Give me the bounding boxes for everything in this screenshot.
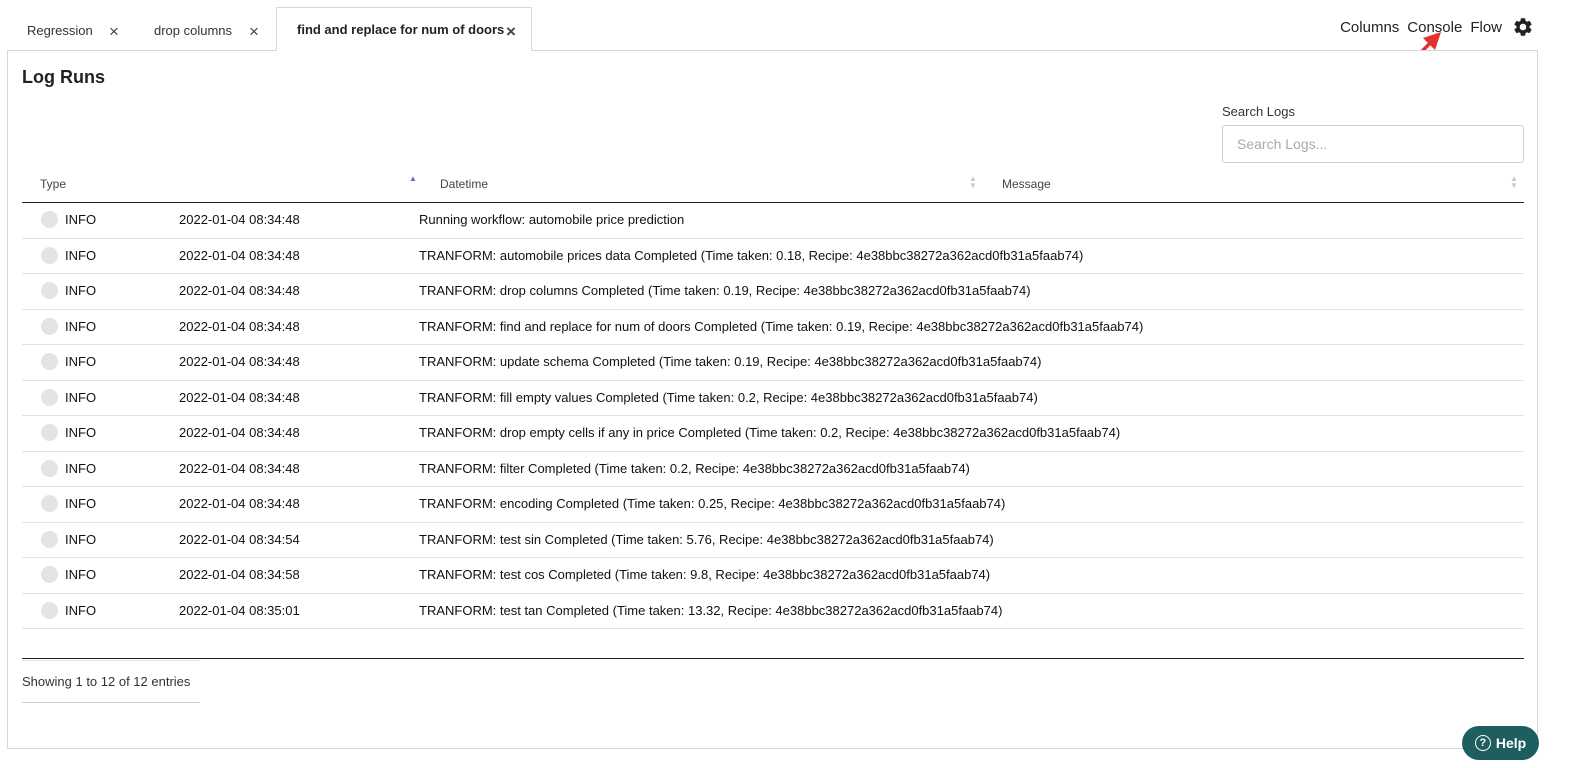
table-row: INFO 2022-01-04 08:34:48 TRANFORM: autom…: [22, 239, 1524, 274]
cell-type: INFO: [65, 496, 97, 511]
divider: [22, 702, 200, 703]
table-row: INFO 2022-01-04 08:35:01 TRANFORM: test …: [22, 594, 1524, 629]
tab-bar: Regression × drop columns × find and rep…: [8, 7, 532, 51]
tab-find-and-replace[interactable]: find and replace for num of doors ×: [276, 7, 532, 51]
cell-datetime: 2022-01-04 08:34:48: [179, 283, 300, 298]
cell-datetime: 2022-01-04 08:35:01: [179, 602, 300, 618]
cell-type: INFO: [65, 389, 97, 405]
table-row: INFO 2022-01-04 08:34:48 TRANFORM: encod…: [22, 487, 1524, 523]
tab-drop-columns[interactable]: drop columns ×: [140, 9, 276, 51]
status-dot-icon: [41, 601, 58, 619]
cell-datetime: 2022-01-04 08:34:48: [179, 460, 300, 476]
status-dot-icon: [41, 530, 58, 548]
cell-datetime: 2022-01-04 08:34:54: [179, 531, 300, 547]
cell-datetime: 2022-01-04 08:34:48: [179, 247, 300, 263]
cell-datetime: 2022-01-04 08:34:48: [179, 212, 300, 227]
cell-message: TRANFORM: drop columns Completed (Time t…: [419, 283, 1031, 298]
divider: [22, 660, 200, 661]
status-dot-icon: [41, 566, 58, 583]
cell-message: TRANFORM: automobile prices data Complet…: [419, 247, 1084, 263]
search-input[interactable]: [1222, 125, 1524, 163]
cell-message: Running workflow: automobile price predi…: [419, 212, 685, 227]
status-dot-icon: [41, 211, 58, 228]
cell-message: TRANFORM: test cos Completed (Time taken…: [419, 567, 991, 582]
cell-message: TRANFORM: filter Completed (Time taken: …: [419, 460, 970, 476]
status-dot-icon: [41, 388, 58, 406]
table-row: INFO 2022-01-04 08:34:54 TRANFORM: test …: [22, 523, 1524, 558]
cell-datetime: 2022-01-04 08:34:48: [179, 354, 300, 369]
table-row: INFO 2022-01-04 08:34:48 TRANFORM: find …: [22, 310, 1524, 345]
cell-message: TRANFORM: drop empty cells if any in pri…: [419, 425, 1121, 440]
cell-type: INFO: [65, 212, 97, 227]
cell-message: TRANFORM: fill empty values Completed (T…: [419, 389, 1038, 405]
sort-icon[interactable]: ▲ ▼: [1509, 175, 1519, 190]
status-dot-icon: [41, 353, 58, 370]
sort-icon[interactable]: ▲ ▼: [968, 175, 978, 190]
table-row: INFO 2022-01-04 08:34:48 Running workflo…: [22, 203, 1524, 239]
cell-datetime: 2022-01-04 08:34:48: [179, 425, 300, 440]
cell-type: INFO: [65, 318, 97, 334]
table-footer-divider: [22, 658, 1524, 659]
cell-type: INFO: [65, 460, 97, 476]
cell-datetime: 2022-01-04 08:34:48: [179, 389, 300, 405]
table-row: INFO 2022-01-04 08:34:58 TRANFORM: test …: [22, 558, 1524, 594]
table-row: INFO 2022-01-04 08:34:48 TRANFORM: updat…: [22, 345, 1524, 381]
tab-label: find and replace for num of doors: [297, 21, 505, 37]
cell-type: INFO: [65, 602, 97, 618]
cell-type: INFO: [65, 567, 97, 582]
log-table-body: INFO 2022-01-04 08:34:48 Running workflo…: [22, 203, 1524, 629]
status-dot-icon: [41, 282, 58, 299]
page-title: Log Runs: [22, 67, 105, 87]
cell-message: TRANFORM: update schema Completed (Time …: [419, 354, 1042, 369]
entries-info: Showing 1 to 12 of 12 entries: [22, 674, 191, 689]
cell-datetime: 2022-01-04 08:34:58: [179, 567, 300, 582]
cell-type: INFO: [65, 354, 97, 369]
column-header-type[interactable]: Type: [40, 177, 66, 191]
tab-regression[interactable]: Regression ×: [8, 9, 140, 51]
column-header-message[interactable]: Message: [1002, 177, 1051, 191]
table-row: INFO 2022-01-04 08:34:48 TRANFORM: drop …: [22, 416, 1524, 452]
help-label: Help: [1495, 735, 1527, 751]
table-row: INFO 2022-01-04 08:34:48 TRANFORM: drop …: [22, 274, 1524, 310]
nav-flow-link[interactable]: Flow: [1470, 19, 1502, 36]
tab-label: drop columns: [154, 22, 233, 38]
table-header: Type ▲ Datetime ▲ ▼ Message ▲ ▼: [22, 171, 1524, 203]
cell-message: TRANFORM: test sin Completed (Time taken…: [419, 531, 994, 547]
table-row: INFO 2022-01-04 08:34:48 TRANFORM: fill …: [22, 381, 1524, 416]
status-dot-icon: [41, 459, 58, 477]
status-dot-icon: [41, 495, 58, 512]
cell-datetime: 2022-01-04 08:34:48: [179, 496, 300, 511]
tab-label: Regression: [27, 22, 93, 38]
close-icon[interactable]: ×: [109, 23, 119, 40]
log-runs-panel: Log Runs Search Logs Type ▲ Datetime ▲▼ …: [7, 50, 1538, 749]
cell-message: TRANFORM: find and replace for num of do…: [419, 318, 1144, 334]
column-header-datetime[interactable]: Datetime: [440, 177, 488, 191]
status-dot-icon: [41, 317, 58, 335]
status-dot-icon: [41, 246, 58, 264]
cell-message: TRANFORM: test tan Completed (Time taken…: [419, 602, 1003, 618]
close-icon[interactable]: ×: [506, 23, 516, 40]
gear-icon[interactable]: [1512, 16, 1534, 38]
status-dot-icon: [41, 424, 58, 441]
cell-type: INFO: [65, 247, 97, 263]
cell-type: INFO: [65, 531, 97, 547]
cell-type: INFO: [65, 425, 97, 440]
cell-type: INFO: [65, 283, 97, 298]
table-row: INFO 2022-01-04 08:34:48 TRANFORM: filte…: [22, 452, 1524, 487]
search-label: Search Logs: [1222, 104, 1295, 119]
help-button[interactable]: ? Help: [1462, 726, 1539, 760]
cell-message: TRANFORM: encoding Completed (Time taken…: [419, 496, 1006, 511]
question-icon: ?: [1474, 735, 1491, 751]
cell-datetime: 2022-01-04 08:34:48: [179, 318, 300, 334]
close-icon[interactable]: ×: [249, 23, 259, 40]
sort-icon[interactable]: ▲: [408, 175, 418, 183]
